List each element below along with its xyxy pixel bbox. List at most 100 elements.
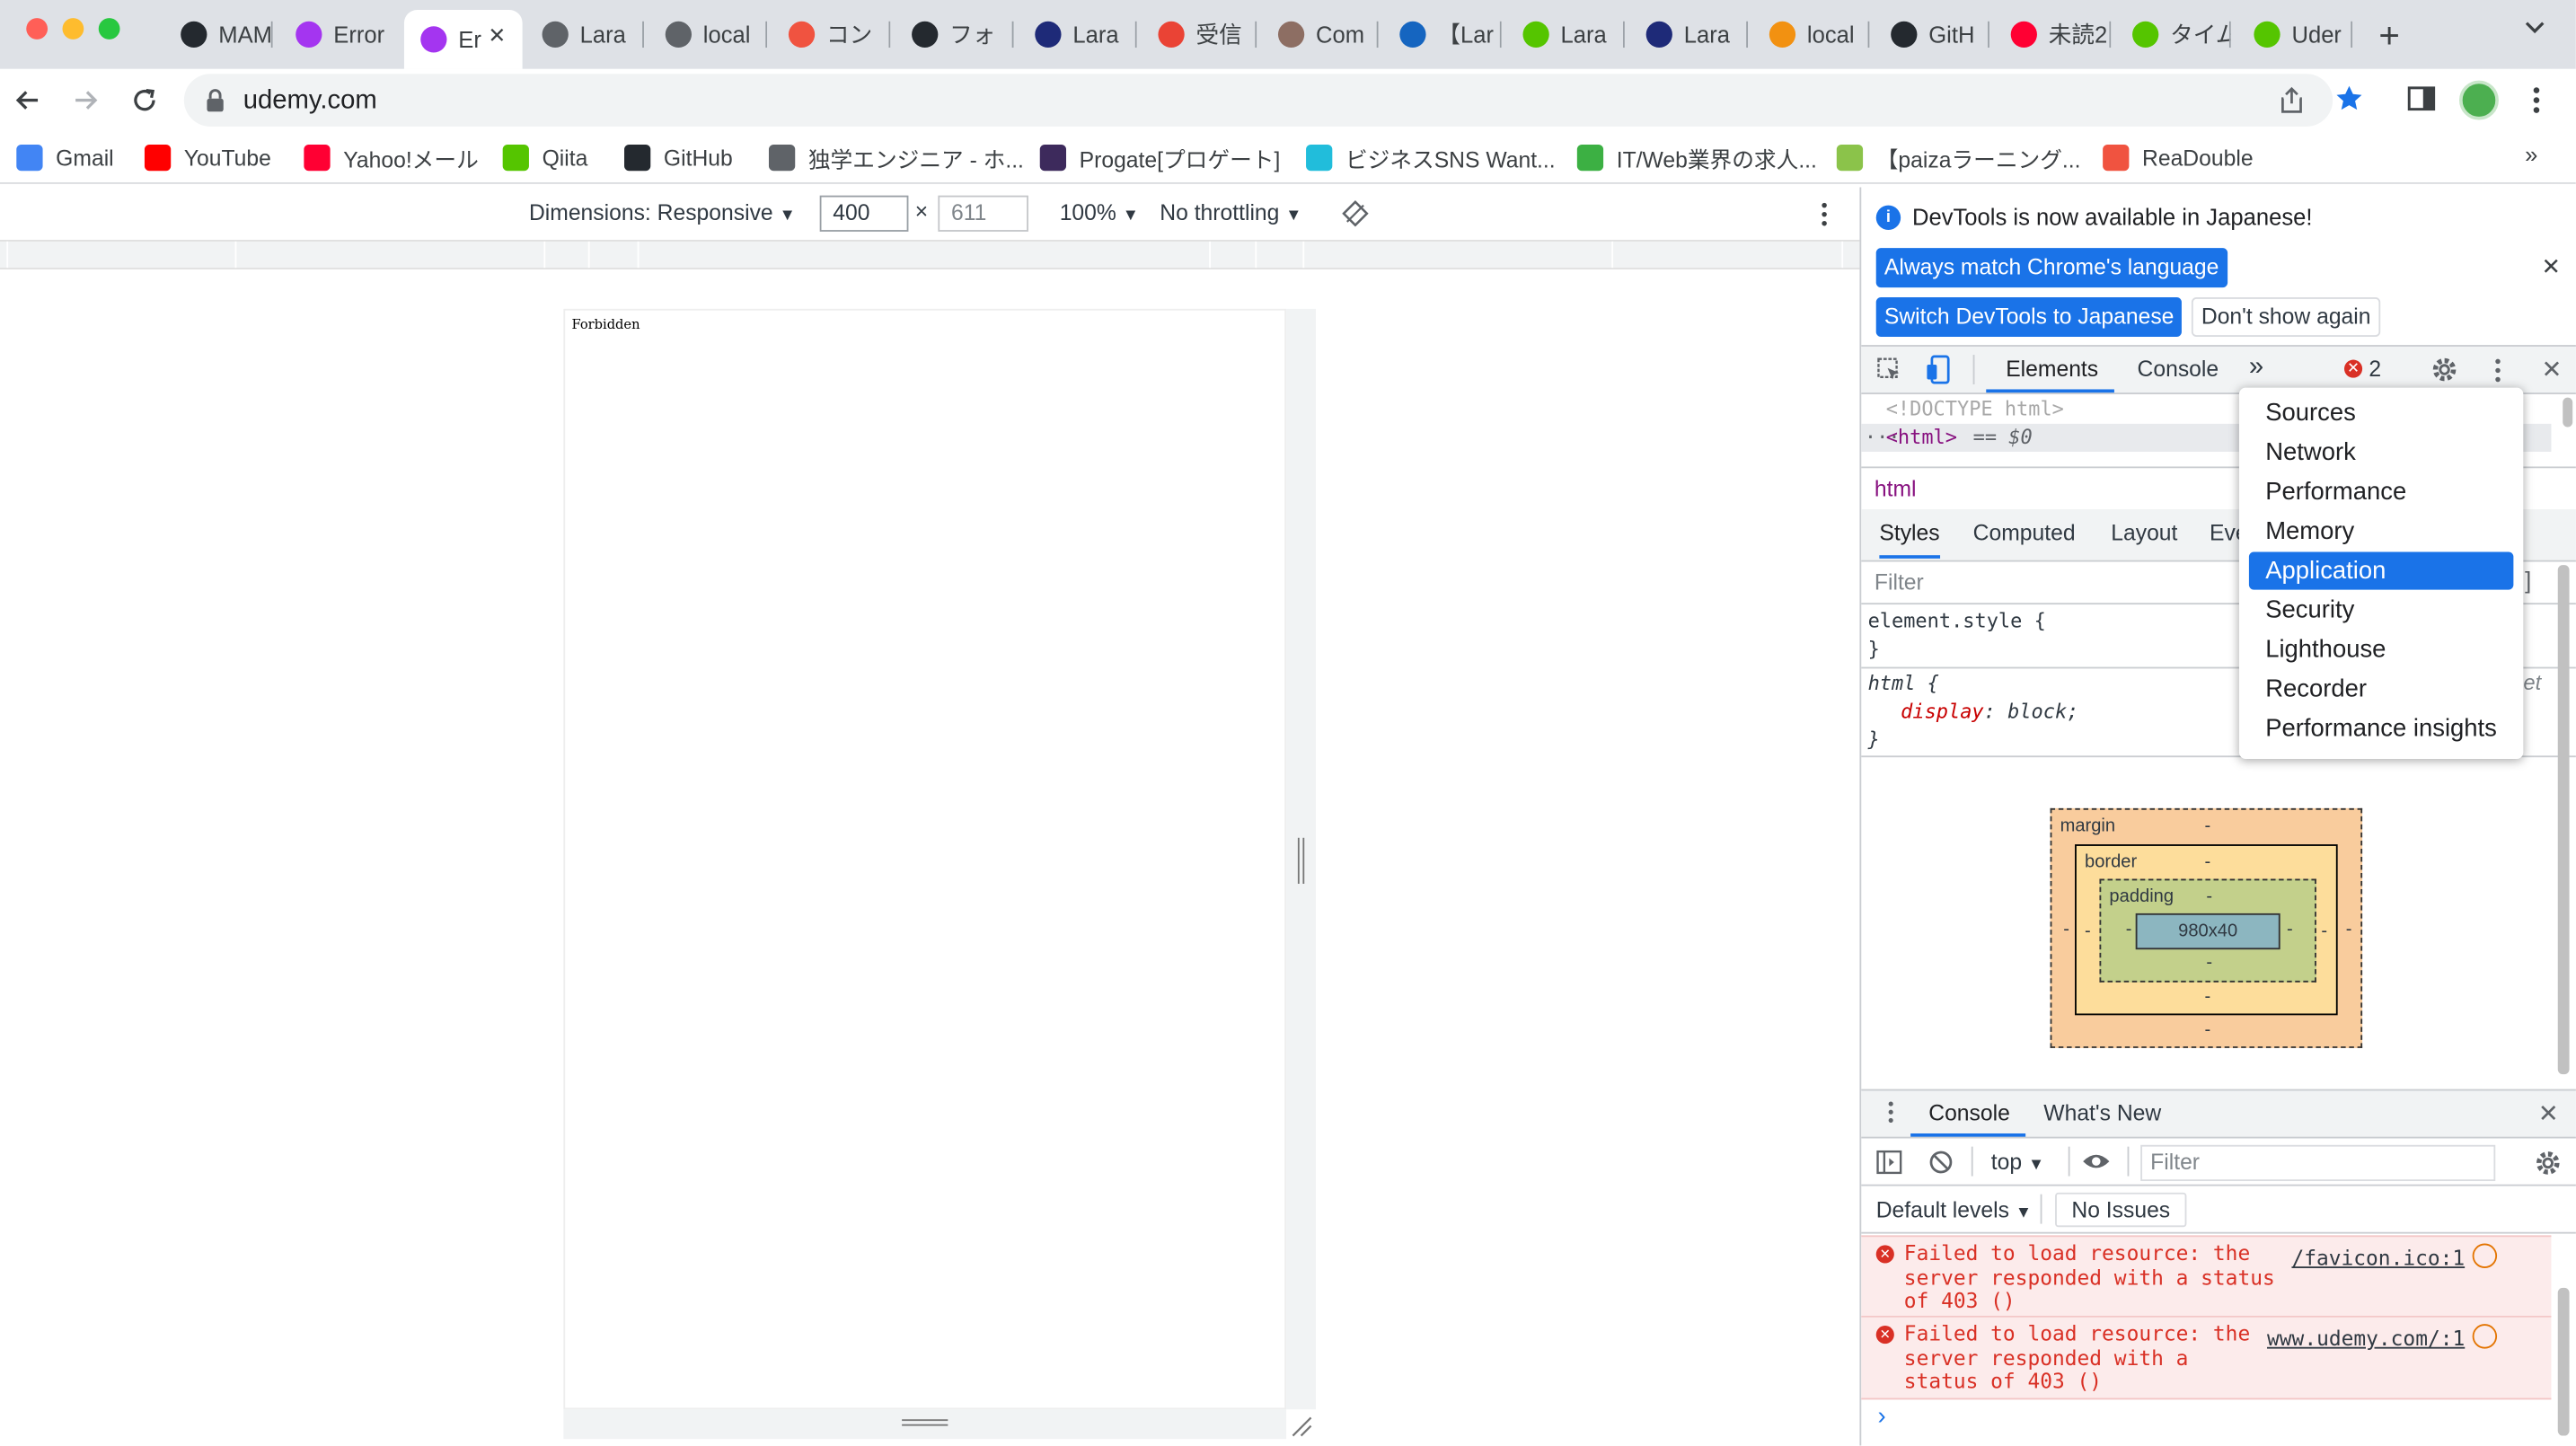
- close-window-icon[interactable]: [26, 18, 49, 40]
- more-tabs-icon[interactable]: »: [2249, 353, 2263, 383]
- bookmark-item[interactable]: Gmail: [16, 141, 114, 174]
- width-input[interactable]: 400: [819, 195, 909, 232]
- dom-doctype[interactable]: <!DOCTYPE html>: [1886, 398, 2064, 421]
- styles-scrollbar[interactable]: [2557, 565, 2570, 1075]
- console-error-source-link[interactable]: /favicon.ico:1: [2291, 1245, 2465, 1269]
- browser-tab[interactable]: コン: [772, 10, 891, 59]
- zoom-window-icon[interactable]: [98, 18, 120, 40]
- address-bar[interactable]: udemy.com: [183, 74, 2333, 127]
- menu-item[interactable]: Sources: [2249, 394, 2513, 432]
- device-more-icon[interactable]: [1821, 202, 1829, 226]
- switch-to-japanese-button[interactable]: Switch DevTools to Japanese: [1875, 297, 2183, 337]
- menu-item[interactable]: Recorder: [2249, 670, 2513, 708]
- menu-item[interactable]: Security: [2249, 591, 2513, 629]
- console-settings-icon[interactable]: [2533, 1148, 2563, 1177]
- menu-item[interactable]: Memory: [2249, 513, 2513, 551]
- tab-console[interactable]: Console: [2138, 357, 2219, 381]
- close-drawer-icon[interactable]: ✕: [2538, 1099, 2559, 1128]
- bookmark-item[interactable]: ReaDouble: [2103, 141, 2254, 174]
- dont-show-again-button[interactable]: Don't show again: [2191, 297, 2381, 337]
- browser-tab[interactable]: 【Lar: [1383, 10, 1502, 59]
- live-expression-eye-icon[interactable]: [2081, 1151, 2111, 1171]
- resize-handle-right[interactable]: [1286, 308, 1317, 1410]
- bookmark-item[interactable]: 【paizaラーニング...: [1836, 141, 2080, 174]
- resize-handle-bottom[interactable]: [563, 1409, 1287, 1440]
- new-tab-icon[interactable]: +: [2378, 14, 2400, 57]
- always-match-language-button[interactable]: Always match Chrome's language: [1875, 248, 2228, 288]
- clear-console-icon[interactable]: [1928, 1150, 1953, 1174]
- search-issue-icon[interactable]: [2472, 1324, 2498, 1349]
- bookmark-item[interactable]: 独学エンジニア - ホ...: [768, 141, 1024, 174]
- browser-tab[interactable]: タイム: [2116, 10, 2231, 59]
- context-select[interactable]: top ▼: [1991, 1150, 2044, 1174]
- more-bookmarks-icon[interactable]: »: [2525, 141, 2537, 167]
- minimize-window-icon[interactable]: [62, 18, 84, 40]
- browser-tab[interactable]: Lara: [1506, 10, 1625, 59]
- side-panel-icon[interactable]: [2406, 85, 2436, 111]
- styles-subtab[interactable]: Layout: [2111, 521, 2177, 545]
- default-levels-select[interactable]: Default levels ▼: [1876, 1197, 2032, 1221]
- issues-button[interactable]: No Issues: [2055, 1192, 2187, 1228]
- menu-item[interactable]: Lighthouse: [2249, 630, 2513, 668]
- menu-item[interactable]: Performance: [2249, 473, 2513, 511]
- close-banner-icon[interactable]: ✕: [2541, 253, 2560, 281]
- console-filter-input[interactable]: Filter: [2140, 1144, 2496, 1182]
- browser-tab[interactable]: GitH: [1875, 10, 1989, 59]
- bookmark-item[interactable]: GitHub: [624, 141, 733, 174]
- media-query-ruler[interactable]: [0, 240, 1860, 269]
- dimensions-select[interactable]: Dimensions: Responsive ▼: [529, 200, 796, 225]
- browser-tab[interactable]: local: [1753, 10, 1870, 59]
- console-scrollbar[interactable]: [2557, 1287, 2570, 1436]
- rotate-icon[interactable]: [1342, 200, 1369, 227]
- menu-item[interactable]: Performance insights: [2249, 710, 2513, 747]
- lock-icon[interactable]: [206, 89, 225, 112]
- bookmark-item[interactable]: Qiita: [502, 141, 587, 174]
- bookmark-star-icon[interactable]: [2334, 84, 2364, 113]
- console-prompt[interactable]: ›: [1878, 1403, 1886, 1431]
- reload-icon[interactable]: [129, 85, 159, 115]
- browser-tab[interactable]: Er ✕: [403, 9, 523, 69]
- tab-search-chevron-icon[interactable]: [2523, 20, 2546, 36]
- share-icon[interactable]: [2279, 85, 2305, 115]
- browser-tab[interactable]: Uder: [2237, 10, 2353, 59]
- browser-tab[interactable]: MAM: [164, 10, 273, 59]
- dom-scrollbar[interactable]: [2563, 397, 2573, 428]
- breadcrumb-html[interactable]: html: [1875, 476, 1917, 500]
- back-arrow-icon[interactable]: [13, 85, 43, 115]
- box-model-content[interactable]: 980x40: [2135, 913, 2280, 950]
- drawer-tab-console[interactable]: Console: [1910, 1090, 2026, 1137]
- forward-arrow-icon[interactable]: [71, 85, 101, 115]
- styles-subtab[interactable]: Styles: [1879, 521, 1940, 559]
- box-model-margin[interactable]: margin - - - - border - - - - padding - …: [2050, 807, 2363, 1048]
- height-input[interactable]: 611: [938, 195, 1028, 232]
- drawer-menu-icon[interactable]: [1888, 1100, 1894, 1124]
- chrome-menu-icon[interactable]: [2531, 85, 2541, 115]
- console-error-message[interactable]: ✕ Failed to load resource: the server re…: [1861, 1235, 2552, 1318]
- drawer-tab-whats-new[interactable]: What's New: [2043, 1100, 2161, 1124]
- console-error-source-link[interactable]: www.udemy.com/:1: [2267, 1326, 2465, 1350]
- browser-tab[interactable]: local: [648, 10, 768, 59]
- close-tab-icon[interactable]: ✕: [488, 23, 506, 49]
- bookmark-item[interactable]: Progate[プロゲート]: [1039, 141, 1280, 174]
- browser-tab[interactable]: Error: [279, 10, 398, 59]
- bookmark-item[interactable]: YouTube: [144, 141, 271, 174]
- resize-corner-icon[interactable]: [1290, 1415, 1313, 1438]
- browser-tab[interactable]: 受信: [1142, 10, 1257, 59]
- customize-devtools-icon[interactable]: [2493, 358, 2501, 383]
- throttling-select[interactable]: No throttling ▼: [1160, 200, 1301, 225]
- inspect-element-icon[interactable]: [1876, 357, 1902, 383]
- browser-tab[interactable]: Lara: [1629, 10, 1749, 59]
- close-devtools-icon[interactable]: ✕: [2541, 355, 2562, 384]
- rule2-source[interactable]: et: [2523, 670, 2541, 694]
- new-rule-icon[interactable]: ]: [2525, 567, 2531, 593]
- settings-gear-icon[interactable]: [2430, 355, 2459, 384]
- browser-tab[interactable]: Com: [1262, 10, 1379, 59]
- menu-item[interactable]: Network: [2249, 434, 2513, 472]
- menu-item[interactable]: Application: [2248, 551, 2514, 590]
- search-issue-icon[interactable]: [2472, 1243, 2498, 1268]
- bookmark-item[interactable]: Yahoo!メール: [304, 141, 479, 174]
- styles-subtab[interactable]: Computed: [1973, 521, 2076, 545]
- styles-filter-input[interactable]: Filter: [1875, 570, 1924, 595]
- browser-tab[interactable]: Lara: [525, 10, 644, 59]
- device-toggle-icon[interactable]: [1926, 355, 1952, 384]
